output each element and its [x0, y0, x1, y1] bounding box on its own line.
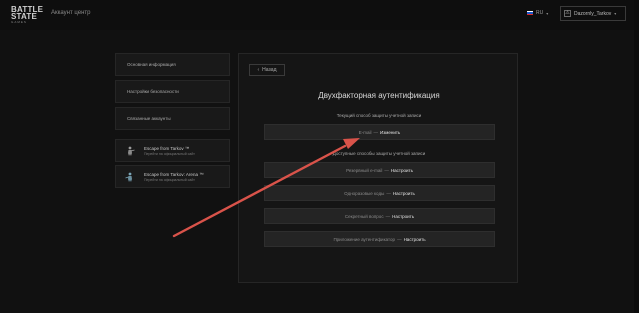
- scrollbar[interactable]: [634, 0, 639, 313]
- annotation-arrow-icon: [172, 138, 360, 238]
